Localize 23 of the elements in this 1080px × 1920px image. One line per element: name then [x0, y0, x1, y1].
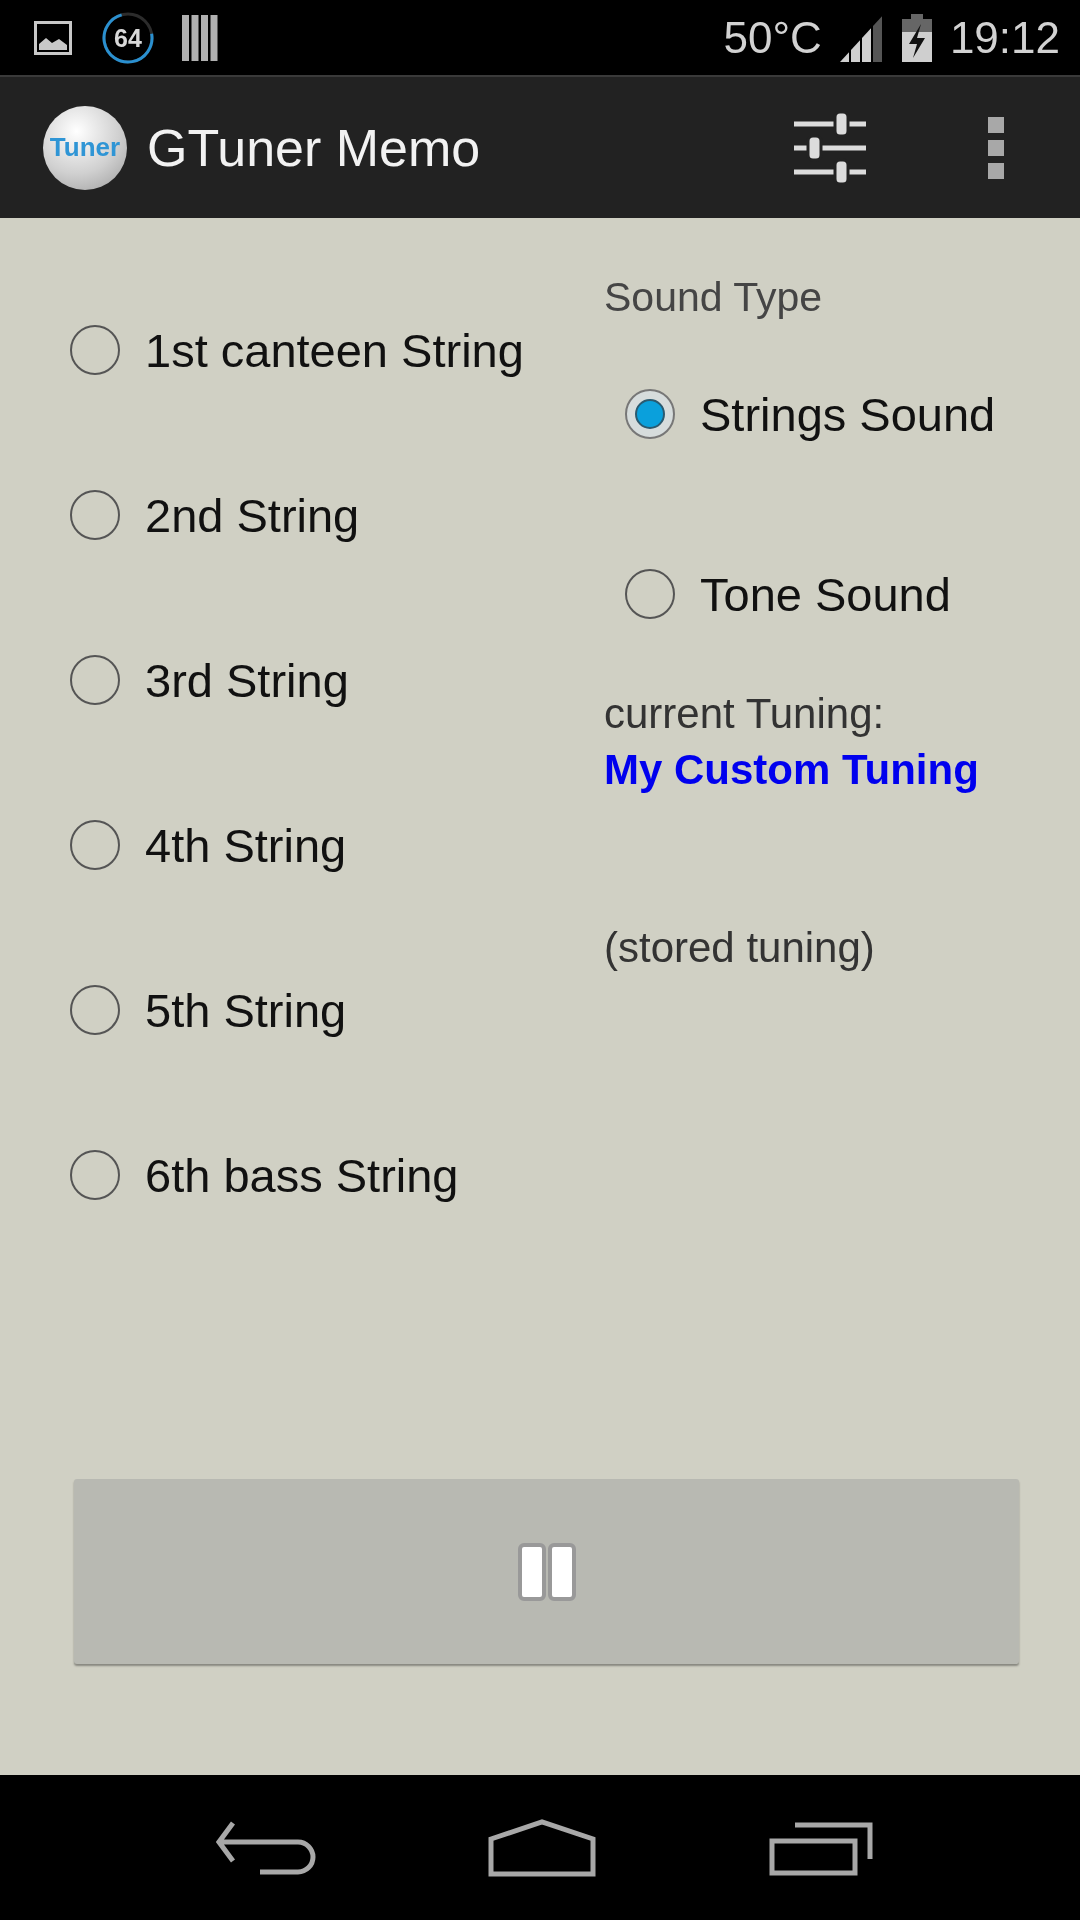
home-icon[interactable] — [488, 1818, 597, 1877]
back-icon[interactable] — [216, 1819, 317, 1876]
string-radio-option[interactable]: 3rd String — [70, 650, 349, 710]
string-radio-option[interactable]: 6th bass String — [70, 1145, 459, 1205]
string-radio-option[interactable]: 5th String — [70, 980, 347, 1040]
app-title: GTuner Memo — [147, 117, 481, 178]
overflow-menu-icon[interactable] — [988, 116, 1004, 179]
striped-bars-icon — [182, 14, 218, 61]
sound-radio-option[interactable]: Strings Sound — [625, 384, 996, 444]
sound-radio-option[interactable]: Tone Sound — [625, 564, 951, 624]
picture-icon — [34, 20, 72, 55]
battery-charging-icon — [901, 13, 932, 62]
clock-text: 19:12 — [949, 12, 1060, 63]
tuning-note: (stored tuning) — [604, 923, 875, 973]
tuning-label: current Tuning: — [604, 689, 885, 739]
string-radio-option[interactable]: 1st canteen String — [70, 320, 524, 380]
string-radio-option[interactable]: 4th String — [70, 815, 347, 875]
circular-counter: 64 — [102, 11, 154, 64]
tuning-name: My Custom Tuning — [604, 745, 979, 795]
string-radio-option[interactable]: 2nd String — [70, 485, 360, 545]
section-heading: Sound Type — [604, 273, 823, 321]
temperature-text: 50°C — [723, 12, 822, 63]
sliders-icon[interactable] — [792, 110, 868, 185]
